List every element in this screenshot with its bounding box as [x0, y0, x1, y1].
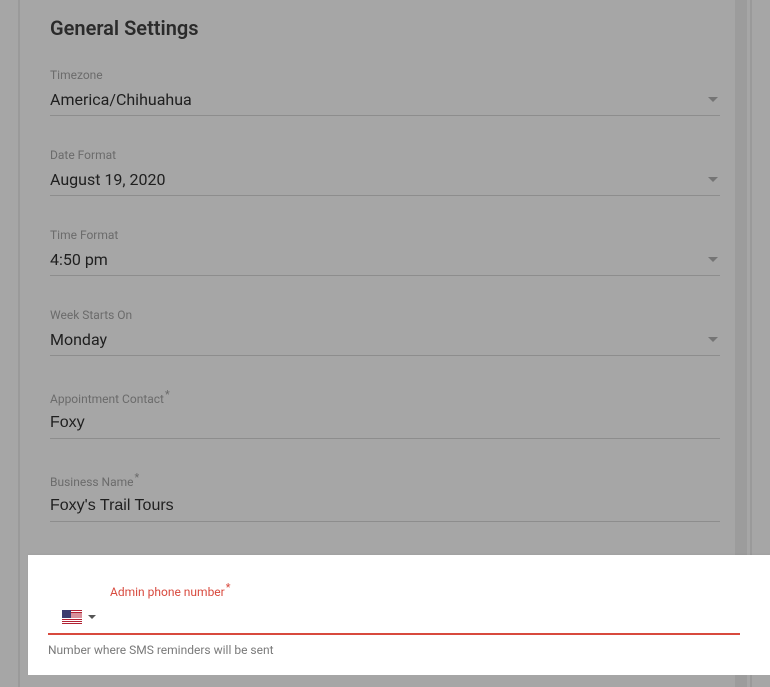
appointment-contact-label: Appointment Contact*	[50, 388, 720, 406]
chevron-down-icon	[88, 615, 96, 619]
appointment-contact-field: Appointment Contact*	[50, 388, 720, 439]
business-name-field: Business Name*	[50, 471, 720, 522]
country-code-selector[interactable]	[58, 608, 100, 626]
required-asterisk: *	[135, 471, 140, 484]
chevron-down-icon	[708, 337, 718, 342]
business-name-label-text: Business Name	[50, 475, 134, 489]
settings-content: General Settings Timezone America/Chihua…	[20, 0, 750, 605]
admin-phone-row	[48, 605, 740, 635]
timezone-field: Timezone America/Chihuahua	[50, 68, 720, 116]
required-asterisk: *	[226, 581, 231, 594]
week-starts-field: Week Starts On Monday	[50, 308, 720, 356]
admin-phone-input[interactable]	[100, 605, 740, 629]
admin-phone-card: Admin phone number* Number where SMS rem…	[28, 555, 770, 675]
appointment-contact-input[interactable]	[50, 410, 720, 439]
time-format-select[interactable]: 4:50 pm	[50, 246, 720, 276]
timezone-select[interactable]: America/Chihuahua	[50, 86, 720, 116]
timezone-label: Timezone	[50, 68, 720, 82]
week-starts-select[interactable]: Monday	[50, 326, 720, 356]
time-format-value: 4:50 pm	[50, 250, 708, 269]
required-asterisk: *	[165, 388, 170, 401]
appointment-contact-label-text: Appointment Contact	[50, 392, 164, 406]
business-name-input[interactable]	[50, 493, 720, 522]
timezone-value: America/Chihuahua	[50, 90, 708, 109]
chevron-down-icon	[708, 177, 718, 182]
business-name-label: Business Name*	[50, 471, 720, 489]
page-title: General Settings	[50, 16, 720, 40]
us-flag-icon	[62, 610, 82, 624]
week-starts-label: Week Starts On	[50, 308, 720, 322]
week-starts-value: Monday	[50, 330, 708, 349]
chevron-down-icon	[708, 257, 718, 262]
date-format-value: August 19, 2020	[50, 170, 708, 189]
date-format-select[interactable]: August 19, 2020	[50, 166, 720, 196]
admin-phone-label-text: Admin phone number	[110, 585, 225, 599]
admin-phone-label: Admin phone number*	[110, 581, 740, 599]
time-format-label: Time Format	[50, 228, 720, 242]
time-format-field: Time Format 4:50 pm	[50, 228, 720, 276]
admin-phone-helper: Number where SMS reminders will be sent	[48, 643, 740, 657]
chevron-down-icon	[708, 97, 718, 102]
date-format-field: Date Format August 19, 2020	[50, 148, 720, 196]
date-format-label: Date Format	[50, 148, 720, 162]
